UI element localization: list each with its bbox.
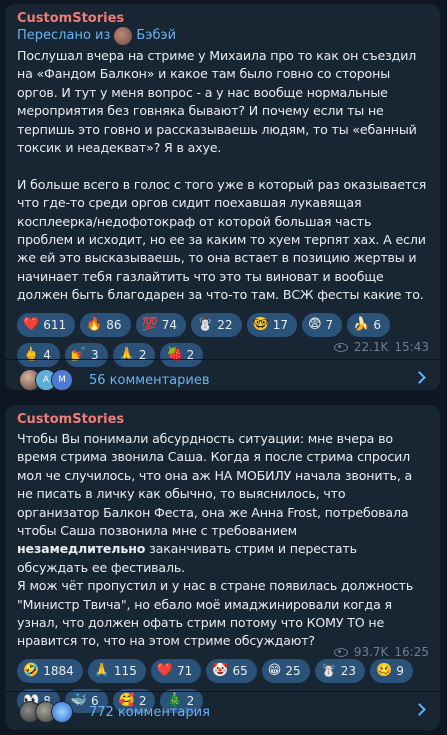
reaction-emoji: ❤️ [156,663,174,679]
chevron-right-icon [413,703,426,716]
chevron-right-icon [413,371,426,384]
reaction-button[interactable]: ☃️ 23 [314,658,366,683]
reaction-emoji: 😁 [267,663,282,679]
reaction-emoji: 🙏 [93,663,110,679]
channel-name[interactable]: CustomStories [17,10,429,27]
reaction-emoji: 🍌 [353,317,370,333]
reaction-count: 7 [325,317,334,332]
commenter-avatars: A M [19,369,73,391]
reaction-emoji: 🤣 [23,663,40,679]
message-text-part: Чтобы Вы понимали абсурдность ситуации: … [17,431,413,539]
reaction-button[interactable]: 🥴 9 [370,658,413,683]
reaction-emoji: 💯 [141,317,158,333]
reaction-count: 86 [106,317,122,332]
reaction-count: 6 [373,317,381,332]
reaction-count: 25 [285,663,301,678]
reaction-emoji: 😨 [307,317,322,333]
views-count: 22.1K [353,340,389,354]
reaction-emoji: 🔥 [86,317,103,333]
message-meta: 22.1K 15:43 [333,340,429,354]
reaction-button[interactable]: 💯 74 [135,312,187,337]
message-meta: 93.7K 16:25 [333,645,429,659]
reaction-button[interactable]: 🤣 1884 [17,658,83,683]
reaction-button[interactable]: ❤️ 71 [150,658,202,683]
reaction-emoji: 🤡 [212,663,229,679]
message-text: Чтобы Вы понимали абсурдность ситуации: … [17,430,429,651]
commenter-avatar [51,701,73,723]
reaction-emoji: ☃️ [320,663,337,679]
reaction-emoji: 🤓 [252,317,269,333]
commenter-avatars [19,701,73,723]
comments-button[interactable]: A M 56 комментариев [5,360,440,400]
message-card: CustomStories Чтобы Вы понимали абсурдно… [5,405,440,730]
reaction-emoji: 🥴 [376,663,393,679]
comments-button[interactable]: 772 комментария [5,692,440,732]
reaction-count: 71 [177,663,193,678]
reaction-count: 1884 [43,663,74,678]
reaction-button[interactable]: 😨 7 [301,312,343,337]
reaction-button[interactable]: 🤓 17 [246,312,297,337]
reaction-count: 17 [272,317,288,332]
reaction-button[interactable]: ☃️ 22 [191,312,242,337]
reaction-emoji: ❤️ [23,317,40,333]
message-card: CustomStories Переслано из Бэбэй Послуша… [5,4,440,391]
reaction-count: 611 [43,317,67,332]
reaction-count: 65 [232,663,248,678]
views-count: 93.7K [353,645,389,659]
views-icon [333,647,348,657]
reaction-count: 22 [217,317,233,332]
reaction-button[interactable]: 🔥 86 [80,312,131,337]
reaction-count: 115 [113,663,137,678]
message-text-bold: незамедлительно [17,541,146,557]
message-text: Послушал вчера на стриме у Михаила про т… [17,48,427,303]
reaction-button[interactable]: 🙏 115 [87,658,146,683]
forwarded-avatar [114,27,133,45]
forwarded-from[interactable]: Переслано из Бэбэй [17,27,429,45]
forwarded-prefix: Переслано из [17,28,111,43]
reaction-count: 9 [396,663,404,678]
reaction-count: 23 [340,663,357,678]
reaction-count: 74 [161,317,178,332]
reaction-emoji: ☃️ [197,317,214,333]
message-time: 15:43 [394,340,429,354]
comments-label: 772 комментария [89,704,210,720]
reaction-button[interactable]: 🍌 6 [347,312,390,337]
views-icon [333,342,348,352]
reaction-button[interactable]: ❤️ 611 [17,312,76,337]
comments-label: 56 комментариев [89,372,210,388]
forwarded-source[interactable]: Бэбэй [136,27,176,45]
message-text-part: заканчивать стрим и перестать обсуждать … [17,541,414,649]
commenter-avatar: M [51,369,73,391]
channel-name[interactable]: CustomStories [17,411,429,428]
message-time: 16:25 [394,645,429,659]
reaction-button[interactable]: 😁 25 [261,658,310,683]
reaction-button[interactable]: 🤡 65 [206,658,257,683]
